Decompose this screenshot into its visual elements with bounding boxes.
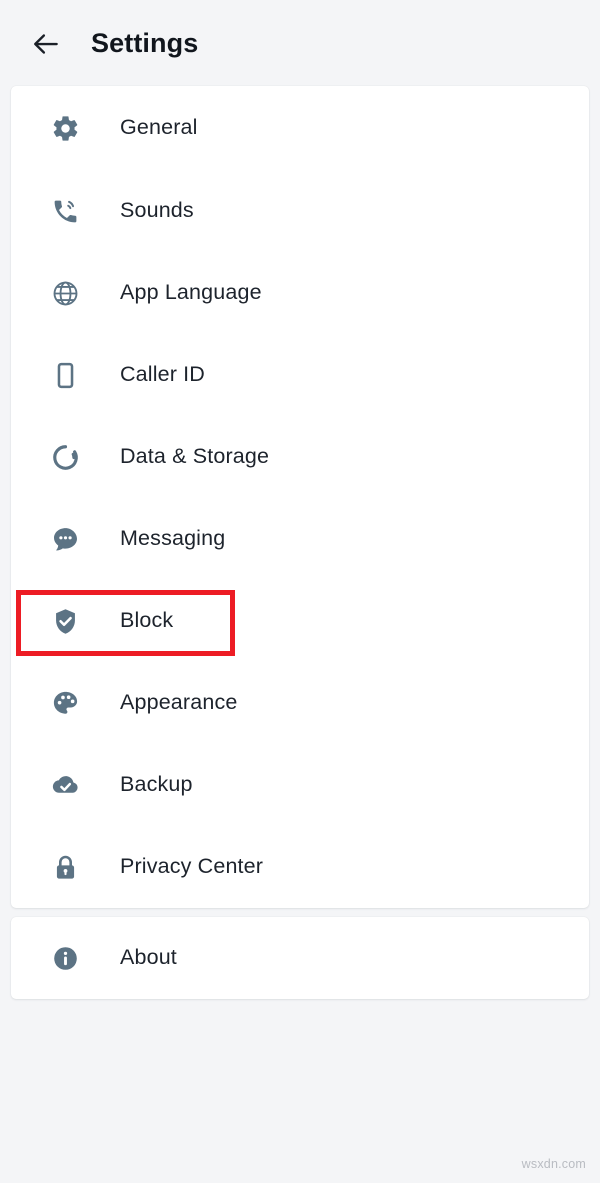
settings-row-label: Privacy Center: [120, 854, 264, 879]
phone-ring-volume-icon: [48, 194, 82, 228]
info-circle-icon: [48, 941, 82, 975]
settings-row-messaging[interactable]: Messaging: [11, 498, 589, 580]
settings-row-data-storage[interactable]: Data & Storage: [11, 416, 589, 498]
palette-icon: [48, 686, 82, 720]
smartphone-icon: [48, 358, 82, 392]
settings-row-label: About: [120, 945, 177, 970]
app-header: Settings: [0, 0, 600, 86]
settings-row-label: App Language: [120, 280, 262, 305]
data-usage-donut-icon: [48, 440, 82, 474]
settings-row-caller-id[interactable]: Caller ID: [11, 334, 589, 416]
settings-row-label: Block: [120, 608, 174, 633]
settings-row-sounds[interactable]: Sounds: [11, 170, 589, 252]
settings-row-app-language[interactable]: App Language: [11, 252, 589, 334]
shield-check-icon: [48, 604, 82, 638]
globe-icon: [48, 276, 82, 310]
settings-row-label: General: [120, 115, 198, 140]
settings-row-backup[interactable]: Backup: [11, 744, 589, 826]
arrow-left-icon: [31, 29, 61, 59]
lock-icon: [48, 850, 82, 884]
back-button[interactable]: [27, 25, 65, 63]
settings-row-block[interactable]: Block: [11, 580, 589, 662]
settings-row-label: Backup: [120, 772, 193, 797]
settings-card-about: About: [11, 917, 589, 999]
page-title: Settings: [91, 28, 199, 58]
settings-row-appearance[interactable]: Appearance: [11, 662, 589, 744]
settings-row-about[interactable]: About: [11, 917, 589, 999]
settings-row-label: Caller ID: [120, 362, 205, 387]
chat-bubble-icon: [48, 522, 82, 556]
settings-row-label: Messaging: [120, 526, 226, 551]
watermark: wsxdn.com: [521, 1157, 586, 1171]
cloud-check-icon: [48, 768, 82, 802]
settings-row-label: Sounds: [120, 198, 194, 223]
settings-screen: Settings General Sounds App Language Cal…: [0, 0, 600, 1183]
settings-row-privacy-center[interactable]: Privacy Center: [11, 826, 589, 908]
gear-icon: [48, 111, 82, 145]
settings-row-label: Data & Storage: [120, 444, 270, 469]
settings-card-main: General Sounds App Language Caller ID Da…: [11, 86, 589, 908]
settings-row-label: Appearance: [120, 690, 238, 715]
settings-row-general[interactable]: General: [11, 86, 589, 170]
